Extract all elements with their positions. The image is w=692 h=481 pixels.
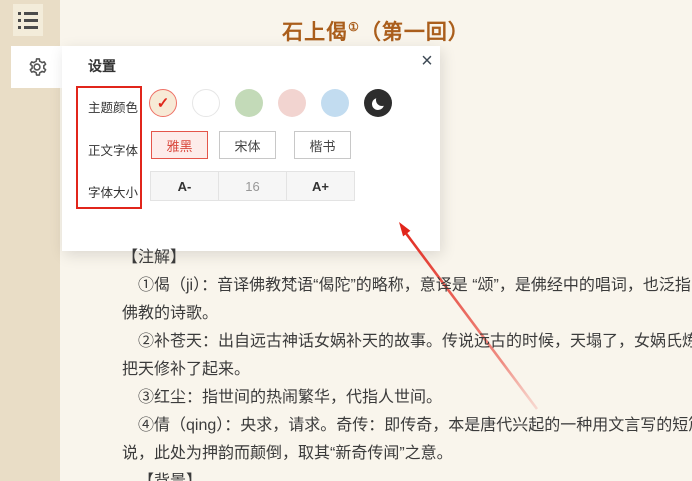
text-line: ①偈（ji）：音译佛教梵语“偈陀”的略称，意译是 “颂”，是佛经中的唱词，也泛指 <box>122 272 667 300</box>
theme-color-green[interactable] <box>235 89 263 117</box>
chapter-title-suffix: （第一回） <box>360 21 470 44</box>
font-button-kaishu[interactable]: 楷书 <box>294 131 351 159</box>
chapter-body-text: 【注解】 ①偈（ji）：音译佛教梵语“偈陀”的略称，意译是 “颂”，是佛经中的唱… <box>122 244 667 481</box>
check-icon: ✓ <box>157 96 170 111</box>
font-size-increase-button[interactable]: A+ <box>287 172 354 200</box>
text-line: 佛教的诗歌。 <box>122 300 667 328</box>
font-button-yahei[interactable]: 雅黑 <box>151 131 208 159</box>
theme-color-blue[interactable] <box>321 89 349 117</box>
moon-icon <box>365 90 393 118</box>
text-line: 【注解】 <box>122 244 667 272</box>
gear-icon <box>26 56 48 78</box>
settings-panel-title: 设置 <box>88 56 116 76</box>
text-line: ④倩（qing）：央求，请求。奇传：即传奇，本是唐代兴起的一种用文言写的短篇小 <box>122 412 667 440</box>
font-size-control: A- 16 A+ <box>150 171 355 201</box>
close-icon[interactable]: × <box>416 50 438 72</box>
reader-screen: 石上偈①（第一回） 设置 × 主题颜色 正文字体 字体大小 ✓ 雅黑 宋体 楷书… <box>0 0 692 481</box>
text-line: ②补苍天：出自远古神话女娲补天的故事。传说远古的时候，天塌了，女娲氏炼五色石 <box>122 328 667 356</box>
font-button-songti[interactable]: 宋体 <box>219 131 276 159</box>
settings-gear-button[interactable] <box>11 46 62 88</box>
chapter-title-main: 石上偈 <box>282 21 348 44</box>
theme-color-white[interactable] <box>192 89 220 117</box>
chapter-title: 石上偈①（第一回） <box>60 16 692 46</box>
theme-color-night[interactable] <box>364 89 392 117</box>
annotation-red-box <box>76 86 142 209</box>
font-size-value: 16 <box>219 172 287 200</box>
text-line: 说，此处为押韵而颠倒，取其“新奇传闻”之意。 <box>122 440 667 468</box>
text-line: 把天修补了起来。 <box>122 356 667 384</box>
list-menu-icon <box>18 12 38 15</box>
font-size-decrease-button[interactable]: A- <box>151 172 219 200</box>
catalog-menu-button[interactable] <box>13 4 43 36</box>
text-line: ③红尘：指世间的热闹繁华，代指人世间。 <box>122 384 667 412</box>
text-line: 【背景】 <box>122 468 667 481</box>
theme-color-cream[interactable]: ✓ <box>149 89 177 117</box>
theme-color-pink[interactable] <box>278 89 306 117</box>
chapter-title-superscript: ① <box>348 20 360 34</box>
